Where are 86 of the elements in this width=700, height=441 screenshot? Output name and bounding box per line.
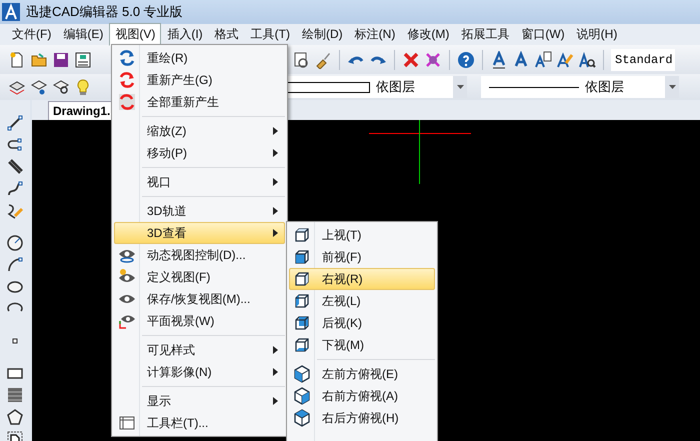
menu-item[interactable]: 移动(P) xyxy=(114,142,285,164)
submenu-arrow-icon xyxy=(273,149,278,157)
crosshair-y-axis xyxy=(419,120,420,184)
menu-item[interactable]: 视口 xyxy=(114,171,285,193)
text-icon[interactable] xyxy=(512,50,530,68)
submenu-item[interactable]: 前视(F) xyxy=(289,246,435,268)
cube-icon xyxy=(293,270,311,288)
menu-item[interactable]: 可见样式 xyxy=(114,339,285,361)
app-logo-icon xyxy=(2,3,20,21)
menu-item[interactable]: 工具栏(T)... xyxy=(114,412,285,434)
submenu-arrow-icon xyxy=(273,229,278,237)
toolbar-icon xyxy=(118,414,136,432)
dropdown-arrow-icon xyxy=(456,85,464,89)
submenu-arrow-icon xyxy=(273,346,278,354)
help-icon[interactable] xyxy=(457,50,475,68)
menu-item[interactable]: 3D查看 xyxy=(114,222,285,244)
cube-icon xyxy=(293,409,311,427)
submenu-item[interactable]: 左前方俯视(E) xyxy=(289,363,435,385)
save-icon[interactable] xyxy=(52,50,70,68)
arc-icon[interactable] xyxy=(6,256,24,274)
menu-item[interactable]: 动态视图控制(D)... xyxy=(114,244,285,266)
cube-icon xyxy=(293,387,311,405)
submenu-item[interactable]: 右前方俯视(A) xyxy=(289,385,435,407)
text-style-icon[interactable] xyxy=(490,50,508,68)
layer-search-icon[interactable] xyxy=(52,78,70,96)
regenerate-all-icon xyxy=(118,93,136,111)
menu-bar-item[interactable]: 修改(M) xyxy=(401,23,456,46)
submenu-item[interactable]: 右视(R) xyxy=(289,268,435,290)
cube-icon xyxy=(293,365,311,383)
submenu-arrow-icon xyxy=(273,368,278,376)
circle-icon[interactable] xyxy=(6,234,24,252)
dropdown-arrow-icon xyxy=(668,85,676,89)
submenu-item[interactable]: 后视(K) xyxy=(289,312,435,334)
menu-item[interactable]: 计算影像(N) xyxy=(114,361,285,383)
cube-icon xyxy=(293,248,311,266)
linetype-dropdown[interactable]: 依图层 xyxy=(481,76,679,98)
freehand-icon[interactable] xyxy=(6,202,24,220)
double-line-icon[interactable] xyxy=(6,158,24,176)
text-search-icon[interactable] xyxy=(578,50,596,68)
submenu-item[interactable]: 左视(L) xyxy=(289,290,435,312)
menu-bar-item[interactable]: 格式 xyxy=(208,23,245,46)
menu-bar-item[interactable]: 拓展工具 xyxy=(455,23,516,46)
layer-select-icon[interactable] xyxy=(30,78,48,96)
polygon-icon[interactable] xyxy=(6,408,24,426)
regenerate-icon xyxy=(118,71,136,89)
cube-icon xyxy=(293,314,311,332)
text-pencil-icon[interactable] xyxy=(556,50,574,68)
cube-icon xyxy=(293,336,311,354)
menu-item[interactable]: 缩放(Z) xyxy=(114,120,285,142)
submenu-item[interactable]: 下视(M) xyxy=(289,334,435,356)
menu-bar-item[interactable]: 窗口(W) xyxy=(515,23,571,46)
menu-bar-item[interactable]: 视图(V) xyxy=(109,23,162,46)
cube-icon xyxy=(293,292,311,310)
menu-bar-item[interactable]: 标注(N) xyxy=(348,23,402,46)
menu-bar-item[interactable]: 工具(T) xyxy=(244,23,296,46)
submenu-item[interactable]: 上视(T) xyxy=(289,224,435,246)
export-icon[interactable] xyxy=(74,50,92,68)
brush-icon[interactable] xyxy=(314,50,332,68)
submenu-arrow-icon xyxy=(273,127,278,135)
menu-bar-item[interactable]: 文件(F) xyxy=(6,23,58,46)
menu-item[interactable]: 显示 xyxy=(114,390,285,412)
menu-item[interactable]: 重绘(R) xyxy=(114,47,285,69)
text-style-field[interactable]: Standard xyxy=(611,48,675,70)
spline-icon[interactable] xyxy=(6,180,24,198)
cube-icon xyxy=(293,226,311,244)
print-preview-icon[interactable] xyxy=(292,50,310,68)
submenu-item[interactable]: 右后方俯视(H) xyxy=(289,407,435,429)
menu-item[interactable]: 平面视景(W) xyxy=(114,310,285,332)
line-icon[interactable] xyxy=(6,114,24,132)
menu-bar-item[interactable]: 插入(I) xyxy=(161,23,209,46)
menu-item[interactable]: 定义视图(F) xyxy=(114,266,285,288)
redraw-icon xyxy=(118,49,136,67)
delete-icon[interactable] xyxy=(402,50,420,68)
open-folder-icon[interactable] xyxy=(30,50,48,68)
menu-item[interactable]: 保存/恢复视图(M)... xyxy=(114,288,285,310)
menu-bar-item[interactable]: 绘制(D) xyxy=(296,23,349,46)
cancel-selection-icon[interactable] xyxy=(424,50,442,68)
menu-bar-item[interactable]: 说明(H) xyxy=(570,23,624,46)
submenu-arrow-icon xyxy=(273,178,278,186)
window-title: 迅捷CAD编辑器 5.0 专业版 xyxy=(26,3,183,21)
menu-bar-item[interactable]: 编辑(E) xyxy=(57,23,110,46)
text-edit-icon[interactable] xyxy=(534,50,552,68)
hatch-icon[interactable] xyxy=(6,386,24,404)
submenu-arrow-icon xyxy=(273,397,278,405)
submenu-arrow-icon xyxy=(273,207,278,215)
menu-item[interactable]: 3D轨道 xyxy=(114,200,285,222)
